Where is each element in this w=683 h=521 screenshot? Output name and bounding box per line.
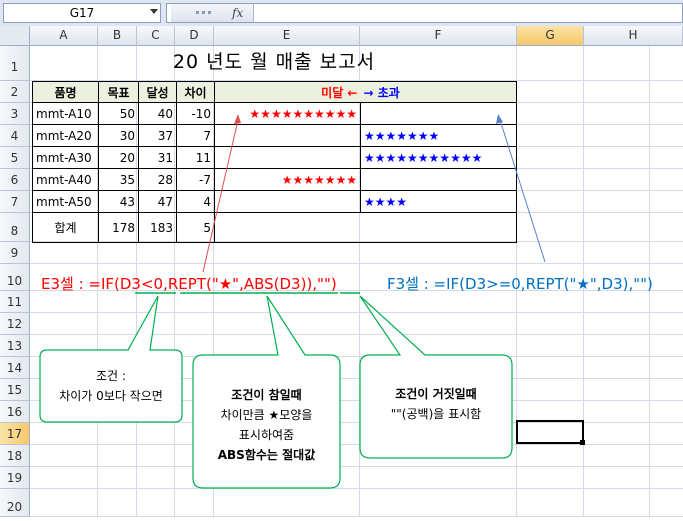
f3-pointer-line — [499, 119, 546, 263]
e3-pointer-line — [202, 119, 239, 273]
fill-handle[interactable] — [580, 440, 585, 445]
active-cell-g17[interactable] — [516, 420, 584, 444]
true-bubble-text: 조건이 참일때 차이만큼 ★모양을 표시하여줌 ABS함수는 절대값 — [193, 385, 340, 465]
false-bubble-text: 조건이 거짓일때 ""(공백)을 표시함 — [360, 384, 512, 424]
f3-pointer-arrowhead — [496, 114, 503, 124]
true-bubble-line: 조건이 참일때 — [231, 388, 302, 402]
condition-bubble-line: 조건 : — [96, 369, 126, 383]
false-bubble-line: 조건이 거짓일때 — [395, 387, 477, 401]
false-bubble-line: ""(공백)을 표시함 — [390, 407, 482, 421]
true-bubble-line: 표시하여줌 — [238, 428, 295, 442]
condition-bubble-line: 차이가 0보다 작으면 — [59, 389, 163, 403]
true-bubble-line: ABS함수는 절대값 — [217, 448, 316, 462]
false-bubble — [359, 295, 513, 459]
true-bubble-line: 차이만큼 ★모양을 — [220, 408, 313, 422]
condition-bubble-text: 조건 : 차이가 0보다 작으면 — [40, 366, 182, 406]
e3-pointer-arrowhead — [234, 114, 241, 124]
